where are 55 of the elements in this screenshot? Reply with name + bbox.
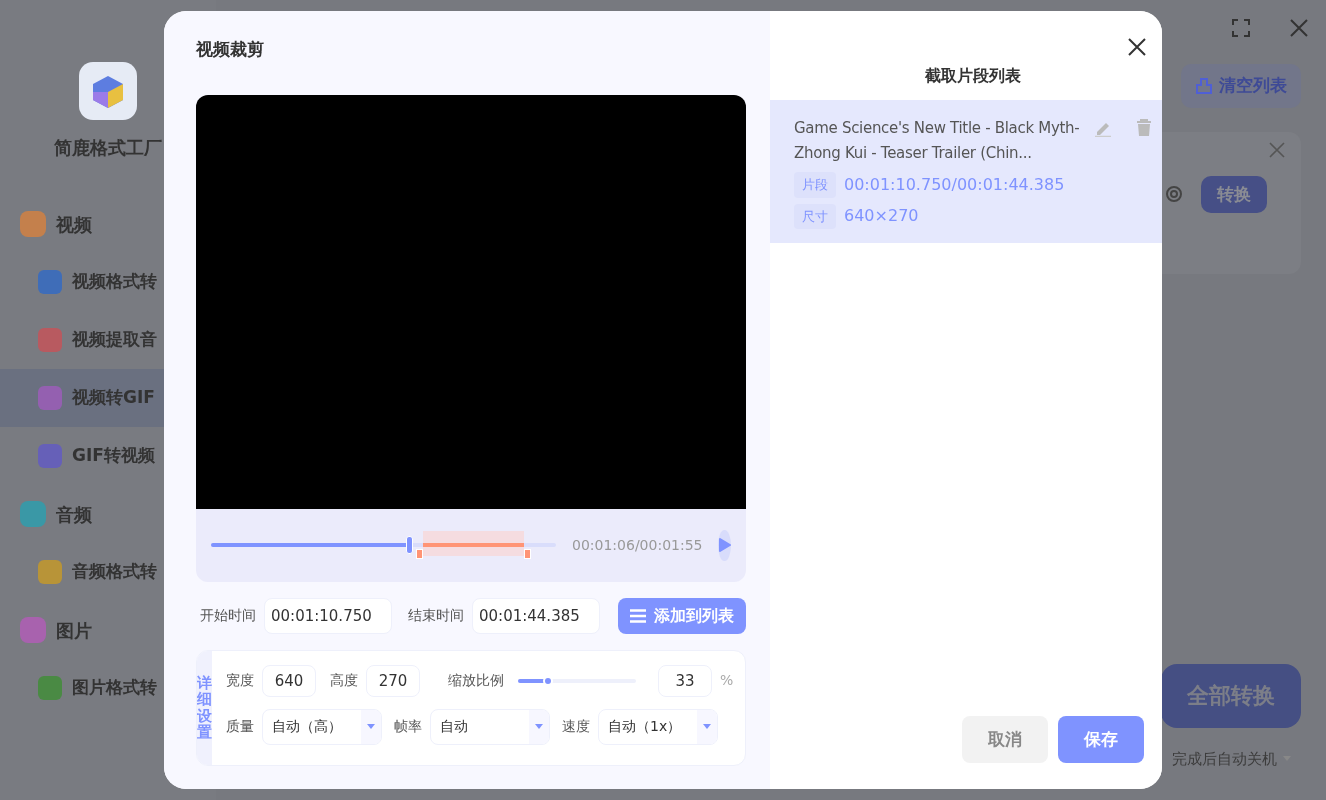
playhead[interactable] xyxy=(406,536,413,554)
size-value: 640×270 xyxy=(844,205,919,228)
end-handle[interactable] xyxy=(524,549,532,559)
cancel-button[interactable]: 取消 xyxy=(962,716,1048,763)
clip-card[interactable]: Game Science's New Title - Black Myth- Zhong Kui - Teaser Trailer (Chin... 片段 00:01:10.750/00:01:44.385 尺寸 640×270 xyxy=(770,100,1162,243)
width-label: 宽度 xyxy=(226,671,254,690)
list-icon xyxy=(630,608,646,623)
sidebar-item[interactable]: 音频格式转 xyxy=(0,543,216,601)
scale-field[interactable]: 33 xyxy=(658,664,712,697)
app-name: 简鹿格式工厂 xyxy=(53,136,163,160)
size-tag: 尺寸 xyxy=(794,203,836,229)
close-icon[interactable] xyxy=(1128,38,1146,56)
save-button[interactable]: 保存 xyxy=(1058,716,1144,763)
playback-time: 00:01:06/00:01:55 xyxy=(572,535,703,555)
maximize-icon[interactable] xyxy=(1231,18,1251,38)
end-time-field[interactable]: 00:01:44.385 xyxy=(472,597,600,634)
logo-icon xyxy=(79,62,137,120)
select-label: 质量 xyxy=(226,717,254,736)
clip-list-title: 截取片段列表 xyxy=(924,65,1022,87)
segment-value: 00:01:10.750/00:01:44.385 xyxy=(844,173,1065,196)
sidebar-item[interactable]: 视频格式转 xyxy=(0,253,216,311)
clip-name: Game Science's New Title - Black Myth- Zhong Kui - Teaser Trailer (Chin... xyxy=(794,118,1081,164)
select-label: 速度 xyxy=(562,717,590,736)
dropdown[interactable]: 自动（1x） xyxy=(598,708,718,745)
caret-icon xyxy=(703,724,711,729)
end-time-label: 结束时间 xyxy=(408,606,464,625)
start-handle[interactable] xyxy=(416,549,424,559)
dropdown[interactable]: 自动 xyxy=(430,708,550,745)
trash-icon[interactable] xyxy=(1136,119,1152,137)
height-field[interactable]: 270 xyxy=(366,664,420,697)
play-button[interactable] xyxy=(718,529,731,561)
scale-slider[interactable] xyxy=(518,678,636,683)
shutdown-option[interactable]: 完成后自动关机 xyxy=(1172,747,1291,770)
sidebar-item[interactable]: GIF转视频 xyxy=(0,427,216,485)
width-field[interactable]: 640 xyxy=(262,664,316,697)
add-to-list-button[interactable]: 添加到列表 xyxy=(618,597,746,634)
percent-unit: % xyxy=(720,671,734,690)
height-label: 高度 xyxy=(330,671,358,690)
slider-thumb[interactable] xyxy=(542,675,553,686)
sidebar-item[interactable]: 视频提取音 xyxy=(0,311,216,369)
play-icon xyxy=(718,538,731,552)
start-time-label: 开始时间 xyxy=(200,606,256,625)
segment-tag: 片段 xyxy=(794,172,836,198)
convert-button[interactable]: 转换 xyxy=(1201,175,1267,213)
sidebar-item[interactable]: 视频 xyxy=(0,195,216,253)
caret-icon xyxy=(367,724,375,729)
start-time-field[interactable]: 00:01:10.750 xyxy=(264,597,392,634)
timeline-track[interactable] xyxy=(211,531,556,559)
settings-label: 详细设置 xyxy=(197,674,212,741)
dropdown[interactable]: 自动（高） xyxy=(262,708,382,745)
sidebar-item[interactable]: 音频 xyxy=(0,485,216,543)
dialog-title: 视频裁剪 xyxy=(196,38,265,61)
caret-icon xyxy=(535,724,543,729)
select-label: 帧率 xyxy=(394,717,422,736)
scale-label: 缩放比例 xyxy=(448,671,504,690)
